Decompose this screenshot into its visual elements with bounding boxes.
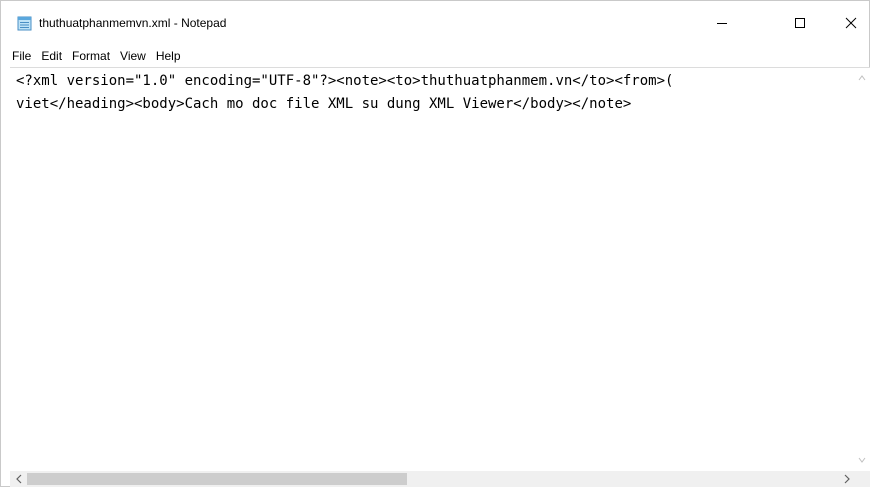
title-bar[interactable]: thuthuatphanmemvn.xml - Notepad	[1, 1, 869, 45]
maximize-icon	[795, 18, 805, 28]
minimize-button[interactable]	[699, 1, 745, 45]
window-title: thuthuatphanmemvn.xml - Notepad	[39, 16, 227, 30]
close-icon	[845, 17, 856, 29]
scrollbar-corner	[855, 471, 870, 487]
editor-line: viet</heading><body>Cach mo doc file XML…	[16, 96, 632, 112]
horizontal-scrollbar[interactable]	[10, 471, 855, 487]
menu-format[interactable]: Format	[67, 45, 115, 67]
chevron-left-icon[interactable]	[10, 471, 27, 487]
menu-file[interactable]: File	[7, 45, 36, 67]
editor-line: <?xml version="1.0" encoding="UTF-8"?><n…	[16, 73, 674, 89]
notepad-window: thuthuatphanmemvn.xml - Notepad File Edi…	[0, 0, 870, 487]
text-editor[interactable]: <?xml version="1.0" encoding="UTF-8"?><n…	[10, 67, 870, 471]
menu-bar: File Edit Format View Help	[1, 45, 869, 67]
notepad-icon[interactable]	[17, 15, 32, 31]
vertical-scrollbar[interactable]	[854, 68, 870, 471]
menu-view[interactable]: View	[115, 45, 151, 67]
minimize-icon	[717, 23, 727, 24]
chevron-up-icon[interactable]	[858, 74, 866, 82]
menu-edit[interactable]: Edit	[36, 45, 67, 67]
scrollbar-thumb[interactable]	[27, 473, 407, 485]
close-button[interactable]	[832, 1, 869, 45]
maximize-button[interactable]	[777, 1, 823, 45]
menu-help[interactable]: Help	[151, 45, 186, 67]
editor-content[interactable]: <?xml version="1.0" encoding="UTF-8"?><n…	[16, 70, 851, 116]
chevron-down-icon[interactable]	[858, 456, 866, 464]
chevron-right-icon[interactable]	[838, 471, 855, 487]
